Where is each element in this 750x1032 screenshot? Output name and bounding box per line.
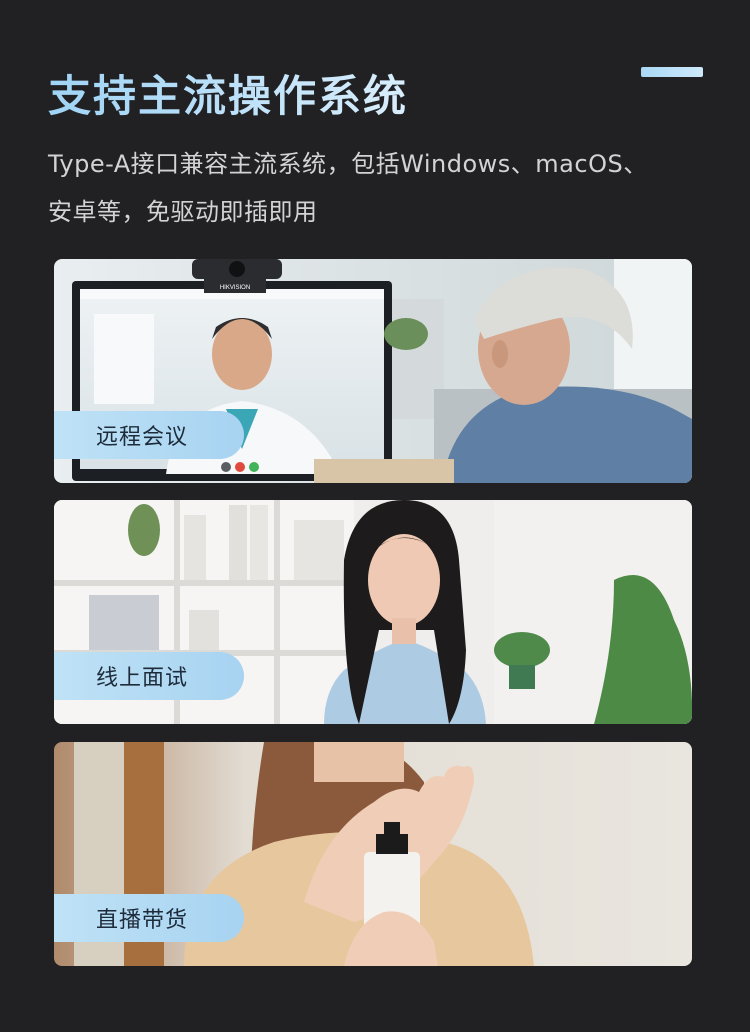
scenario-label: 直播带货 [54, 894, 244, 942]
description-line-2: 安卓等，免驱动即插即用 [48, 198, 318, 226]
accent-bar [641, 67, 703, 77]
scenario-card-live-selling: 直播带货 [54, 742, 692, 966]
page-title: 支持主流操作系统 [48, 62, 408, 124]
description: Type-A接口兼容主流系统，包括Windows、macOS、 安卓等，免驱动即… [48, 140, 728, 236]
scenario-card-online-interview: 线上面试 [54, 500, 692, 724]
monitor-brand: HIKVISION [220, 285, 250, 291]
scenario-label: 线上面试 [54, 652, 244, 700]
scenario-label: 远程会议 [54, 411, 244, 459]
description-line-1: Type-A接口兼容主流系统，包括Windows、macOS、 [48, 150, 648, 178]
scenario-card-remote-meeting: HIKVISION 远程会议 [54, 259, 692, 483]
